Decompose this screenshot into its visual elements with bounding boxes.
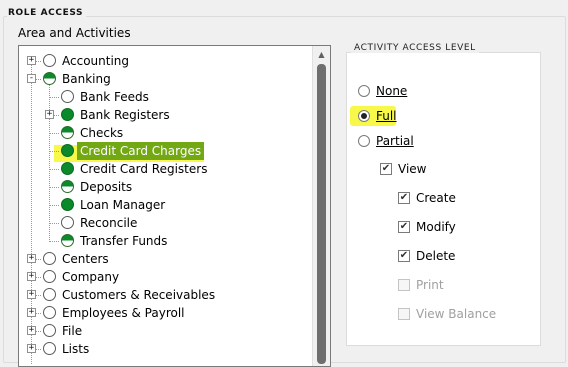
tree-connector-line	[49, 97, 59, 98]
no-access-icon	[43, 306, 56, 319]
area-activities-tree[interactable]: + Accounting - Banking Bank Feeds + Bank Regis…	[18, 45, 331, 367]
expand-icon[interactable]: +	[27, 272, 36, 281]
partial-access-icon	[61, 126, 74, 139]
tree-item[interactable]: - Banking	[19, 70, 309, 88]
access-full-label: Full	[376, 109, 397, 123]
tree-item[interactable]: + Company	[19, 268, 309, 286]
tree-item[interactable]: + Employees & Payroll	[19, 304, 309, 322]
print-label: Print	[416, 278, 444, 292]
full-access-icon	[61, 162, 74, 175]
tree-item-label: Transfer Funds	[80, 234, 168, 248]
tree-item[interactable]: Checks	[19, 124, 309, 142]
tree-item[interactable]: Deposits	[19, 178, 309, 196]
radio-button-checked[interactable]	[358, 110, 370, 122]
radio-button[interactable]	[358, 135, 370, 147]
tree-item-label: Bank Feeds	[80, 90, 149, 104]
no-access-icon	[43, 54, 56, 67]
tree-item-label: Bank Registers	[80, 108, 170, 122]
checkbox-checked[interactable]: ✔	[380, 163, 392, 175]
checkbox-disabled	[398, 308, 410, 320]
tree-item[interactable]: + Customers & Receivables	[19, 286, 309, 304]
tree-connector-line	[49, 133, 59, 134]
view-label: View	[398, 162, 427, 176]
expand-icon[interactable]: +	[27, 344, 36, 353]
tree-item-label: Company	[62, 270, 120, 284]
partial-access-icon	[43, 72, 56, 85]
tree-item[interactable]: Credit Card Registers	[19, 160, 309, 178]
create-label: Create	[416, 191, 456, 205]
checkbox-checked[interactable]: ✔	[398, 221, 410, 233]
tree-item[interactable]: Loan Manager	[19, 196, 309, 214]
no-access-icon	[61, 216, 74, 229]
tree-item[interactable]: + Accounting	[19, 52, 309, 70]
tree-item-label: Accounting	[62, 54, 130, 68]
tree-connector-line	[49, 169, 59, 170]
tree-connector-line	[49, 151, 59, 152]
tree-item-label: Checks	[80, 126, 124, 140]
modify-label: Modify	[416, 220, 456, 234]
tree-connector-line	[49, 223, 59, 224]
radio-button[interactable]	[358, 85, 370, 97]
full-access-icon	[61, 108, 74, 121]
tree-item[interactable]: Credit Card Charges	[19, 142, 309, 160]
activity-access-level-title: ACTIVITY ACCESS LEVEL	[351, 43, 479, 53]
checkbox-disabled	[398, 279, 410, 291]
access-partial-label: Partial	[376, 134, 414, 148]
checkbox-checked[interactable]: ✔	[398, 250, 410, 262]
tree-item-label: Lists	[62, 342, 90, 356]
tree-connector-line	[49, 241, 59, 242]
view-balance-label: View Balance	[416, 307, 497, 321]
partial-access-icon	[61, 234, 74, 247]
area-activities-label: Area and Activities	[18, 26, 131, 40]
full-access-icon	[61, 144, 74, 157]
tree-item[interactable]: + Lists	[19, 340, 309, 358]
expand-icon[interactable]: +	[27, 326, 36, 335]
tree-item-label: Credit Card Registers	[80, 162, 208, 176]
tree-item-label: Employees & Payroll	[62, 306, 185, 320]
tree-item-label: Customers & Receivables	[62, 288, 216, 302]
tree-item-label: File	[62, 324, 83, 338]
tree-item[interactable]: + Centers	[19, 250, 309, 268]
no-access-icon	[43, 342, 56, 355]
partial-access-icon	[61, 180, 74, 193]
tree-item-label: Deposits	[80, 180, 133, 194]
tree-item-label: Credit Card Charges	[77, 142, 205, 160]
scroll-up-arrow[interactable]: ▲	[313, 46, 330, 63]
no-access-icon	[43, 270, 56, 283]
collapse-icon[interactable]: -	[27, 74, 36, 83]
tree-connector-line	[49, 187, 59, 188]
tree-item[interactable]: + Bank Registers	[19, 106, 309, 124]
expand-icon[interactable]: +	[27, 290, 36, 299]
no-access-icon	[61, 90, 74, 103]
tree-item[interactable]: Transfer Funds	[19, 232, 309, 250]
tree-scrollbar[interactable]: ▲	[312, 46, 330, 366]
tree-item[interactable]: Bank Feeds	[19, 88, 309, 106]
tree-item[interactable]: + File	[19, 322, 309, 340]
full-access-icon	[61, 198, 74, 211]
tree-item-label: Loan Manager	[80, 198, 166, 212]
no-access-icon	[43, 288, 56, 301]
expand-icon[interactable]: +	[27, 308, 36, 317]
tree-item-label: Centers	[62, 252, 109, 266]
expand-icon[interactable]: +	[27, 254, 36, 263]
tree-connector-line	[49, 205, 59, 206]
scroll-thumb[interactable]	[317, 64, 326, 364]
checkbox-checked[interactable]: ✔	[398, 192, 410, 204]
role-access-title: ROLE ACCESS	[7, 8, 87, 18]
no-access-icon	[43, 252, 56, 265]
no-access-icon	[43, 324, 56, 337]
delete-label: Delete	[416, 249, 456, 263]
tree-item[interactable]: Reconcile	[19, 214, 309, 232]
tree-item-label: Banking	[62, 72, 111, 86]
access-none-label: None	[376, 84, 408, 98]
expand-icon[interactable]: +	[27, 56, 36, 65]
expand-icon[interactable]: +	[45, 110, 54, 119]
tree-item-label: Reconcile	[80, 216, 138, 230]
